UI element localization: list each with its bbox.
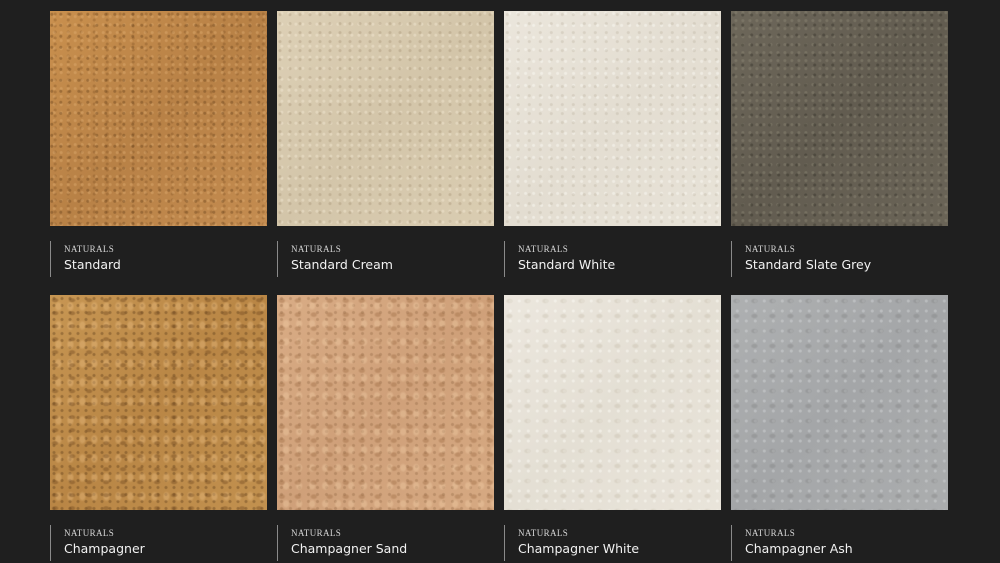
swatch-image-champagner-sand[interactable] [277, 295, 494, 510]
swatch-image-standard-slate-grey[interactable] [731, 11, 948, 226]
swatch-caption: NATURALS Standard Slate Grey [731, 241, 871, 277]
swatch-name[interactable]: Standard Cream [291, 257, 393, 273]
swatch-caption: NATURALS Champagner White [504, 525, 639, 561]
collection-label: NATURALS [518, 244, 569, 254]
swatch-image-champagner-ash[interactable] [731, 295, 948, 510]
swatch-caption: NATURALS Standard [50, 241, 121, 277]
swatch-grid: NATURALS Standard NATURALS Standard Crea… [0, 0, 1000, 563]
collection-label: NATURALS [518, 528, 569, 538]
swatch-caption: NATURALS Standard White [504, 241, 615, 277]
swatch-name[interactable]: Standard Slate Grey [745, 257, 871, 273]
collection-label: NATURALS [745, 244, 796, 254]
swatch-image-champagner[interactable] [50, 295, 267, 510]
collection-label: NATURALS [745, 528, 796, 538]
swatch-caption: NATURALS Champagner Ash [731, 525, 853, 561]
swatch-caption: NATURALS Champagner Sand [277, 525, 407, 561]
swatch-image-champagner-white[interactable] [504, 295, 721, 510]
collection-label: NATURALS [291, 528, 342, 538]
collection-label: NATURALS [64, 528, 115, 538]
swatch-name[interactable]: Standard [64, 257, 121, 273]
swatch-name[interactable]: Champagner Ash [745, 541, 853, 557]
swatch-name[interactable]: Champagner White [518, 541, 639, 557]
swatch-name[interactable]: Champagner [64, 541, 145, 557]
collection-label: NATURALS [291, 244, 342, 254]
swatch-image-standard[interactable] [50, 11, 267, 226]
swatch-caption: NATURALS Standard Cream [277, 241, 393, 277]
swatch-image-standard-white[interactable] [504, 11, 721, 226]
swatch-image-standard-cream[interactable] [277, 11, 494, 226]
swatch-caption: NATURALS Champagner [50, 525, 145, 561]
swatch-name[interactable]: Champagner Sand [291, 541, 407, 557]
collection-label: NATURALS [64, 244, 115, 254]
swatch-name[interactable]: Standard White [518, 257, 615, 273]
